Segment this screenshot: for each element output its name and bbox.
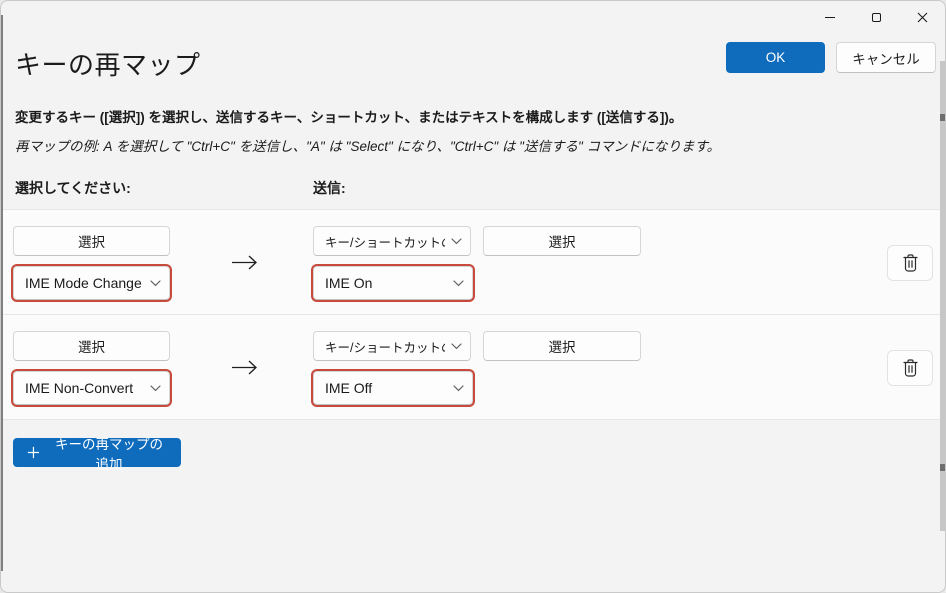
- add-remap-button[interactable]: キーの再マップの追加: [13, 438, 181, 467]
- maximize-icon: [872, 13, 881, 22]
- description-line: 変更するキー ([選択]) を選択し、送信するキー、ショートカット、またはテキス…: [15, 106, 682, 126]
- send-type-dropdown[interactable]: キー/ショートカットの送: [313, 226, 471, 256]
- select-send-key-button[interactable]: 選択: [483, 226, 641, 256]
- close-icon: [917, 12, 928, 23]
- source-key-dropdown[interactable]: IME Non-Convert: [13, 371, 170, 405]
- right-arrow-icon: [231, 359, 258, 381]
- right-scrollbar-strip[interactable]: [940, 61, 945, 531]
- select-send-key-button[interactable]: 選択: [483, 331, 641, 361]
- send-type-dropdown[interactable]: キー/ショートカットの送: [313, 331, 471, 361]
- minimize-button[interactable]: [807, 1, 853, 33]
- target-key-value: IME On: [325, 275, 447, 291]
- trash-icon: [902, 359, 919, 377]
- trash-icon: [902, 254, 919, 272]
- page-title: キーの再マップ: [15, 45, 201, 82]
- source-key-dropdown[interactable]: IME Mode Change: [13, 266, 170, 300]
- remap-row: 選択 IME Mode Change キー/ショートカットの送 選択 IME O…: [1, 210, 946, 315]
- chevron-down-icon: [453, 385, 464, 392]
- send-type-value: キー/ショートカットの送: [325, 337, 445, 356]
- chevron-down-icon: [451, 343, 462, 350]
- remap-row: 選択 IME Non-Convert キー/ショートカットの送 選択 IME O…: [1, 315, 946, 420]
- scrollbar-tick: [940, 464, 945, 471]
- send-type-value: キー/ショートカットの送: [325, 232, 445, 251]
- chevron-down-icon: [451, 238, 462, 245]
- close-button[interactable]: [899, 1, 945, 33]
- target-key-value: IME Off: [325, 380, 447, 396]
- minimize-icon: [825, 17, 835, 18]
- select-key-button[interactable]: 選択: [13, 226, 170, 256]
- chevron-down-icon: [453, 280, 464, 287]
- cancel-button[interactable]: キャンセル: [836, 42, 936, 73]
- send-column-header: 送信:: [313, 178, 346, 198]
- maximize-button[interactable]: [853, 1, 899, 33]
- source-key-value: IME Non-Convert: [25, 380, 144, 396]
- select-key-button[interactable]: 選択: [13, 331, 170, 361]
- scrollbar-tick: [940, 114, 945, 121]
- target-key-dropdown[interactable]: IME On: [313, 266, 473, 300]
- remap-keys-dialog: キーの再マップ OK キャンセル 変更するキー ([選択]) を選択し、送信する…: [0, 0, 946, 593]
- add-remap-label: キーの再マップの追加: [51, 433, 167, 473]
- source-key-value: IME Mode Change: [25, 275, 144, 291]
- example-line: 再マップの例: A を選択して "Ctrl+C" を送信し、"A" は "Sel…: [15, 135, 720, 155]
- ok-button[interactable]: OK: [726, 42, 825, 73]
- target-key-dropdown[interactable]: IME Off: [313, 371, 473, 405]
- right-arrow-icon: [231, 254, 258, 276]
- select-column-header: 選択してください:: [15, 178, 131, 198]
- left-window-edge: [1, 15, 3, 571]
- delete-remap-button[interactable]: [887, 245, 933, 281]
- chevron-down-icon: [150, 280, 161, 287]
- plus-icon: [27, 445, 40, 460]
- chevron-down-icon: [150, 385, 161, 392]
- delete-remap-button[interactable]: [887, 350, 933, 386]
- remap-rows: 選択 IME Mode Change キー/ショートカットの送 選択 IME O…: [1, 209, 946, 420]
